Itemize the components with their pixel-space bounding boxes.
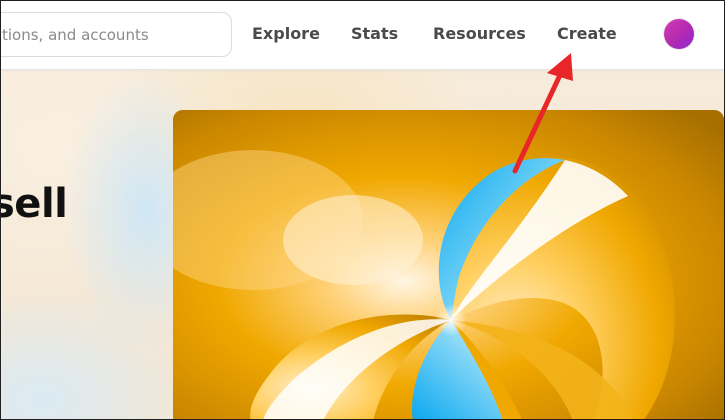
nav-stats[interactable]: Stats <box>351 24 398 43</box>
page-frame: tions, and accounts Explore Stats Resour… <box>0 0 725 420</box>
nav-explore[interactable]: Explore <box>252 24 320 43</box>
featured-artwork[interactable] <box>173 110 724 419</box>
search-placeholder: tions, and accounts <box>2 26 149 44</box>
artwork-image <box>173 110 724 419</box>
nav-resources[interactable]: Resources <box>433 24 526 43</box>
user-avatar[interactable] <box>664 19 694 49</box>
top-navigation-bar: tions, and accounts Explore Stats Resour… <box>1 1 724 70</box>
nav-create[interactable]: Create <box>557 24 617 43</box>
search-input[interactable]: tions, and accounts <box>1 12 232 57</box>
hero-title: sell <box>1 181 68 227</box>
